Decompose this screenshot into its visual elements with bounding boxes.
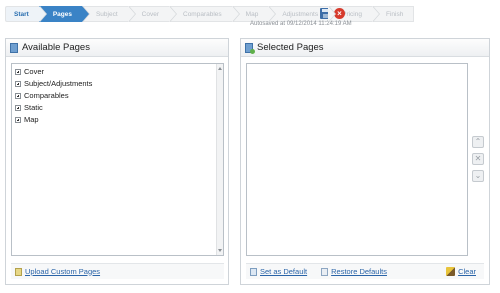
step-label: Map <box>245 11 259 18</box>
selected-pages-footer: Set as Default Restore Defaults Clear <box>246 263 484 279</box>
default-icon <box>250 267 257 276</box>
tree-item-subject-adjustments[interactable]: Subject/Adjustments <box>15 78 223 90</box>
expand-icon[interactable] <box>15 117 21 123</box>
step-label: Pricing <box>342 11 362 18</box>
available-pages-tree[interactable]: Cover Subject/Adjustments Comparables St… <box>11 63 224 256</box>
step-label: Adjustments <box>282 11 319 18</box>
chevron-up-icon[interactable]: ⌃ <box>472 136 484 148</box>
restore-link[interactable]: Restore Defaults <box>331 265 387 279</box>
pages-icon <box>10 43 18 53</box>
autosave-status: Autosaved at 09/12/2014 11:24:19 AM <box>250 21 352 27</box>
step-label: Finish <box>385 11 404 18</box>
upload-link[interactable]: Upload Custom Pages <box>25 265 100 279</box>
expand-icon[interactable] <box>15 105 21 111</box>
tree-scrollbar[interactable] <box>216 64 223 255</box>
broom-icon <box>446 267 456 276</box>
selected-pages-list[interactable] <box>246 63 468 256</box>
tree-item-map[interactable]: Map <box>15 114 223 126</box>
set-as-default-button[interactable]: Set as Default <box>250 265 307 279</box>
step-label: Cover <box>141 11 159 18</box>
expand-icon[interactable] <box>15 69 21 75</box>
available-pages-footer: Upload Custom Pages <box>11 263 224 279</box>
tree-item-label: Map <box>24 115 39 124</box>
expand-icon[interactable] <box>15 93 21 99</box>
tree-item-label: Subject/Adjustments <box>24 79 93 88</box>
clear-button[interactable]: Clear <box>446 265 476 279</box>
step-label: Start <box>14 11 29 18</box>
scroll-down-icon[interactable] <box>218 249 222 252</box>
tree-item-label: Comparables <box>24 91 69 100</box>
scroll-up-icon[interactable] <box>218 67 222 70</box>
step-label: Subject <box>95 11 118 18</box>
available-pages-header: Available Pages <box>6 39 228 57</box>
step-label: Comparables <box>183 11 222 18</box>
selected-pages-icon <box>245 43 255 54</box>
selected-pages-panel: Selected Pages ⌃ ✕ ⌄ Set as Default Rest… <box>240 38 490 285</box>
clear-link[interactable]: Clear <box>458 265 476 279</box>
tree-item-label: Cover <box>24 67 45 76</box>
tree-item-static[interactable]: Static <box>15 102 223 114</box>
wizard-steps: Start Pages Subject Cover Comparables Ma… <box>5 6 415 22</box>
remove-x-icon[interactable]: ✕ <box>472 153 484 165</box>
step-start[interactable]: Start <box>5 6 47 22</box>
selected-pages-header: Selected Pages <box>241 39 489 57</box>
step-comparables[interactable]: Comparables <box>169 6 240 22</box>
panel-title: Selected Pages <box>257 42 324 53</box>
tree-item-label: Static <box>24 103 43 112</box>
available-pages-panel: Available Pages Cover Subject/Adjustment… <box>5 38 229 285</box>
reorder-buttons: ⌃ ✕ ⌄ <box>472 136 484 187</box>
upload-custom-pages-button[interactable]: Upload Custom Pages <box>15 265 100 279</box>
upload-icon <box>15 267 22 276</box>
tree-item-comparables[interactable]: Comparables <box>15 90 223 102</box>
panel-title: Available Pages <box>22 42 90 53</box>
set-default-link[interactable]: Set as Default <box>260 265 307 279</box>
expand-icon[interactable] <box>15 81 21 87</box>
tree-item-cover[interactable]: Cover <box>15 66 223 78</box>
restore-icon <box>321 267 329 276</box>
step-label: Pages <box>52 11 72 18</box>
chevron-down-icon[interactable]: ⌄ <box>472 170 484 182</box>
restore-defaults-button[interactable]: Restore Defaults <box>321 265 387 279</box>
